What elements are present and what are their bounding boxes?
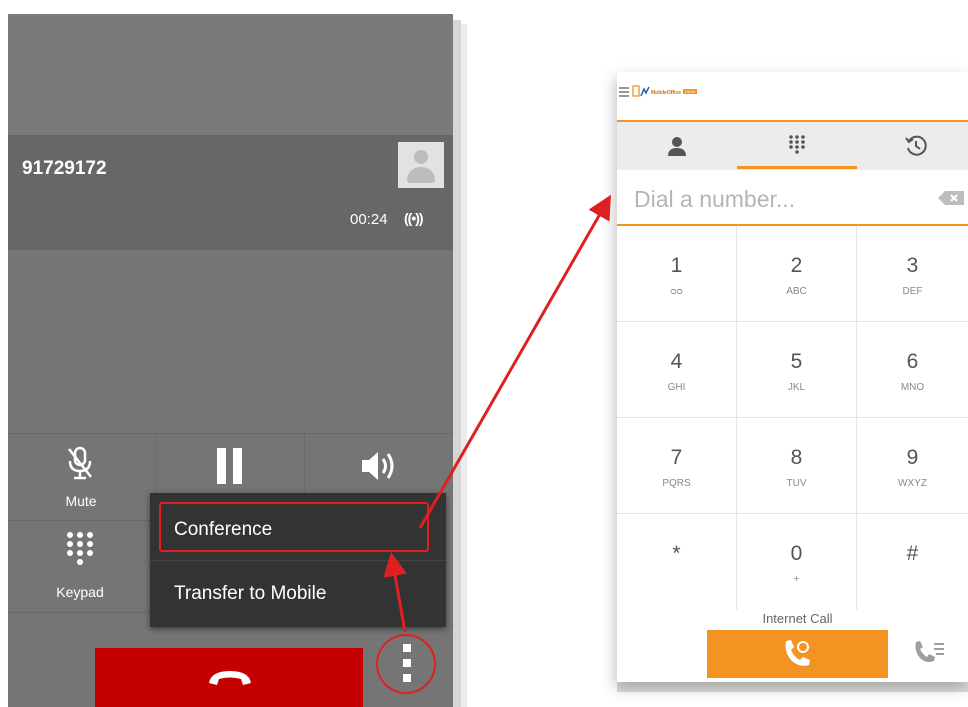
dial-key[interactable]: # bbox=[857, 514, 968, 610]
app-logo-badge: DATA bbox=[683, 89, 698, 94]
dial-key-digit: 8 bbox=[790, 446, 803, 469]
annotation-highlight bbox=[159, 502, 429, 552]
menu-item-transfer-to-mobile[interactable]: Transfer to Mobile bbox=[150, 565, 446, 623]
caller-number: 91729172 bbox=[22, 158, 107, 179]
phone-call-icon bbox=[785, 640, 810, 666]
dial-key-letters: TUV bbox=[786, 478, 807, 489]
tab-recents[interactable] bbox=[859, 122, 968, 170]
dial-key-digit: 9 bbox=[906, 446, 919, 469]
menu-divider bbox=[150, 560, 446, 561]
microphone-muted-icon bbox=[68, 446, 92, 480]
recents-icon bbox=[905, 135, 927, 156]
dial-key[interactable]: 0 + bbox=[737, 514, 856, 610]
dial-key-digit: 0 bbox=[790, 542, 803, 565]
dial-key-letters: JKL bbox=[787, 382, 806, 393]
avatar-body bbox=[407, 167, 435, 183]
dial-key-digit: # bbox=[906, 542, 919, 565]
call-timer: 00:24 bbox=[350, 211, 388, 228]
avatar-head bbox=[414, 150, 428, 164]
controls-divider bbox=[8, 612, 153, 613]
dial-key-digit: 5 bbox=[790, 350, 803, 373]
dialpad-icon bbox=[789, 135, 805, 154]
tab-contacts[interactable] bbox=[617, 122, 735, 170]
pause-icon bbox=[217, 448, 243, 484]
dial-key-digit: 6 bbox=[906, 350, 919, 373]
caller-info-band bbox=[8, 135, 453, 250]
dial-key-letters: MNO bbox=[900, 382, 925, 393]
internet-call-label: Internet Call bbox=[762, 611, 833, 626]
call-screen-top bbox=[8, 14, 453, 135]
dial-key[interactable]: 5 JKL bbox=[737, 322, 856, 418]
contacts-icon bbox=[668, 137, 686, 156]
dial-key-digit: 7 bbox=[670, 446, 683, 469]
call-log-icon[interactable] bbox=[912, 636, 948, 668]
dial-key[interactable]: 3 DEF bbox=[857, 226, 968, 322]
signal-icon: ((•)) bbox=[404, 210, 424, 226]
annotation-circle bbox=[376, 634, 436, 694]
menu-item-label: Transfer to Mobile bbox=[174, 583, 327, 604]
dial-key-letters: DEF bbox=[902, 286, 923, 297]
dial-key[interactable]: 2 ABC bbox=[737, 226, 856, 322]
app-header bbox=[617, 72, 968, 122]
dial-key-digit: 2 bbox=[790, 254, 803, 277]
keypad-icon bbox=[67, 532, 93, 565]
speaker-icon bbox=[362, 452, 394, 480]
backspace-icon[interactable] bbox=[937, 190, 965, 206]
dial-key-digit: 3 bbox=[906, 254, 919, 277]
mute-label: Mute bbox=[65, 493, 97, 509]
dial-key-letters: + bbox=[793, 574, 800, 585]
dial-key[interactable]: 1 ᴑᴑ bbox=[617, 226, 736, 322]
dial-key-letters: WXYZ bbox=[898, 478, 927, 489]
dial-key-letters: PQRS bbox=[662, 478, 691, 489]
menu-icon[interactable] bbox=[619, 87, 631, 97]
caller-avatar bbox=[398, 142, 444, 188]
dial-key[interactable]: 4 GHI bbox=[617, 322, 736, 418]
dial-key-digit: 1 bbox=[670, 254, 683, 277]
dial-key[interactable]: 9 WXYZ bbox=[857, 418, 968, 514]
dial-key-letters: ABC bbox=[786, 286, 807, 297]
dial-key-digit: * bbox=[672, 542, 681, 565]
keypad-label: Keypad bbox=[56, 584, 104, 600]
dial-key-letters: GHI bbox=[667, 382, 686, 393]
dial-key[interactable]: * bbox=[617, 514, 736, 610]
app-logo-icon bbox=[632, 85, 650, 97]
hang-up-icon bbox=[209, 671, 251, 685]
dial-key-letters: ᴑᴑ bbox=[670, 286, 683, 297]
dial-key[interactable]: 6 MNO bbox=[857, 322, 968, 418]
dial-key[interactable]: 8 TUV bbox=[737, 418, 856, 514]
app-logo-text: MobileOffice bbox=[651, 90, 682, 96]
dial-input-placeholder: Dial a number... bbox=[634, 186, 796, 212]
dial-key[interactable]: 7 PQRS bbox=[617, 418, 736, 514]
tab-dialpad[interactable] bbox=[737, 122, 857, 170]
active-tab-indicator bbox=[737, 166, 857, 169]
dial-key-digit: 4 bbox=[670, 350, 683, 373]
